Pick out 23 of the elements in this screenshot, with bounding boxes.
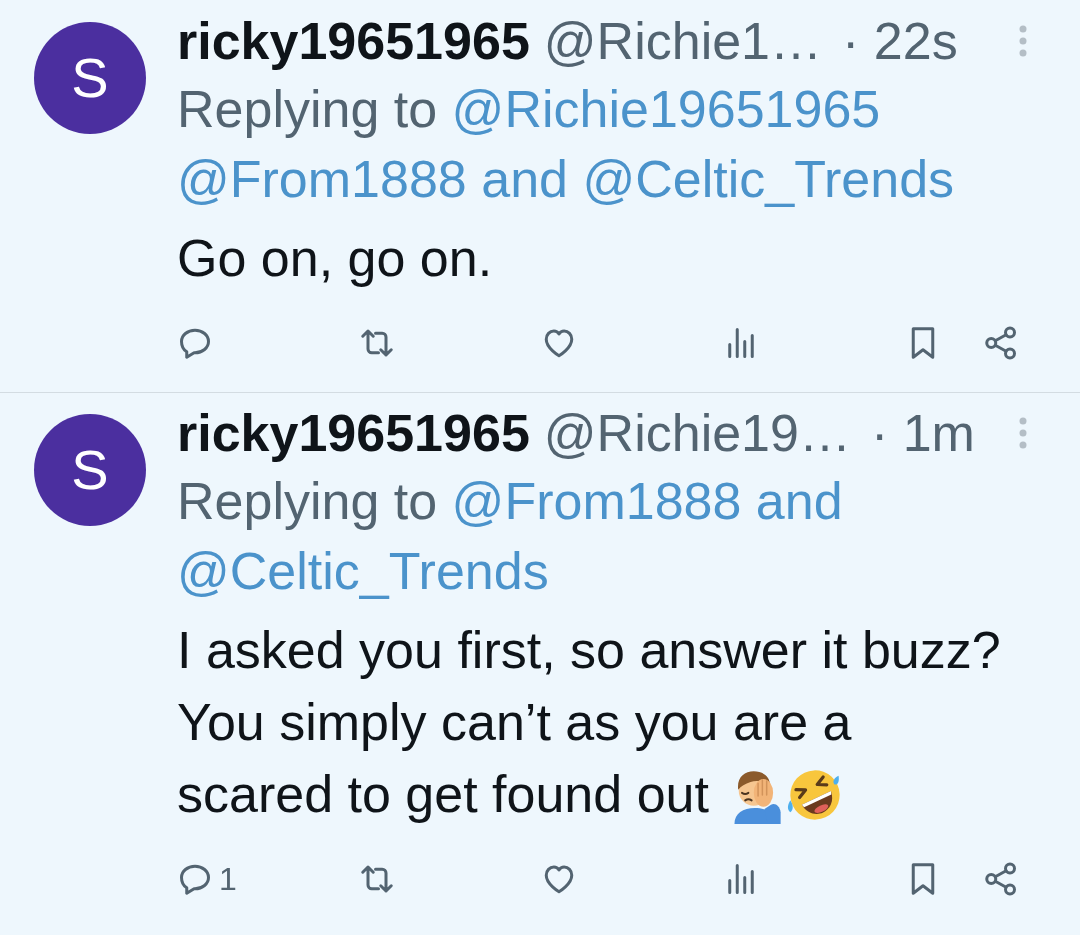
share-icon bbox=[983, 325, 1019, 361]
avatar[interactable]: S bbox=[34, 22, 146, 134]
timestamp: · 22s bbox=[842, 11, 958, 72]
reply-context: Replying to @From1888 and @Celtic_Trends bbox=[177, 471, 844, 602]
more-vertical-icon bbox=[1018, 417, 1028, 449]
timestamp: · 1m bbox=[870, 403, 975, 464]
reply-context: Replying to @Richie19651965 @From1888 and @Celtic_Trends bbox=[177, 79, 956, 210]
more-vertical-icon bbox=[1018, 25, 1028, 57]
display-name[interactable]: ricky19651965 bbox=[177, 2, 530, 80]
mention-link[interactable]: @From1888 bbox=[451, 472, 742, 530]
mention-link[interactable]: @Celtic_Trends bbox=[582, 150, 955, 208]
display-name[interactable]: ricky19651965 bbox=[177, 394, 530, 472]
share-button[interactable] bbox=[983, 325, 1019, 361]
tweet-text: Go on, go on. bbox=[177, 229, 493, 287]
user-handle: @Richie19… bbox=[543, 403, 851, 464]
mention-link[interactable]: @From1888 bbox=[177, 150, 467, 208]
user-handle: @Richie1… bbox=[543, 11, 823, 72]
share-button[interactable] bbox=[983, 861, 1019, 897]
mention-link[interactable]: @Celtic_Trends bbox=[177, 542, 549, 600]
share-icon bbox=[983, 861, 1019, 897]
avatar[interactable]: S bbox=[34, 414, 146, 526]
reply-button[interactable]: 1 bbox=[177, 861, 237, 897]
mention-link[interactable]: @Richie19651965 bbox=[451, 80, 881, 138]
